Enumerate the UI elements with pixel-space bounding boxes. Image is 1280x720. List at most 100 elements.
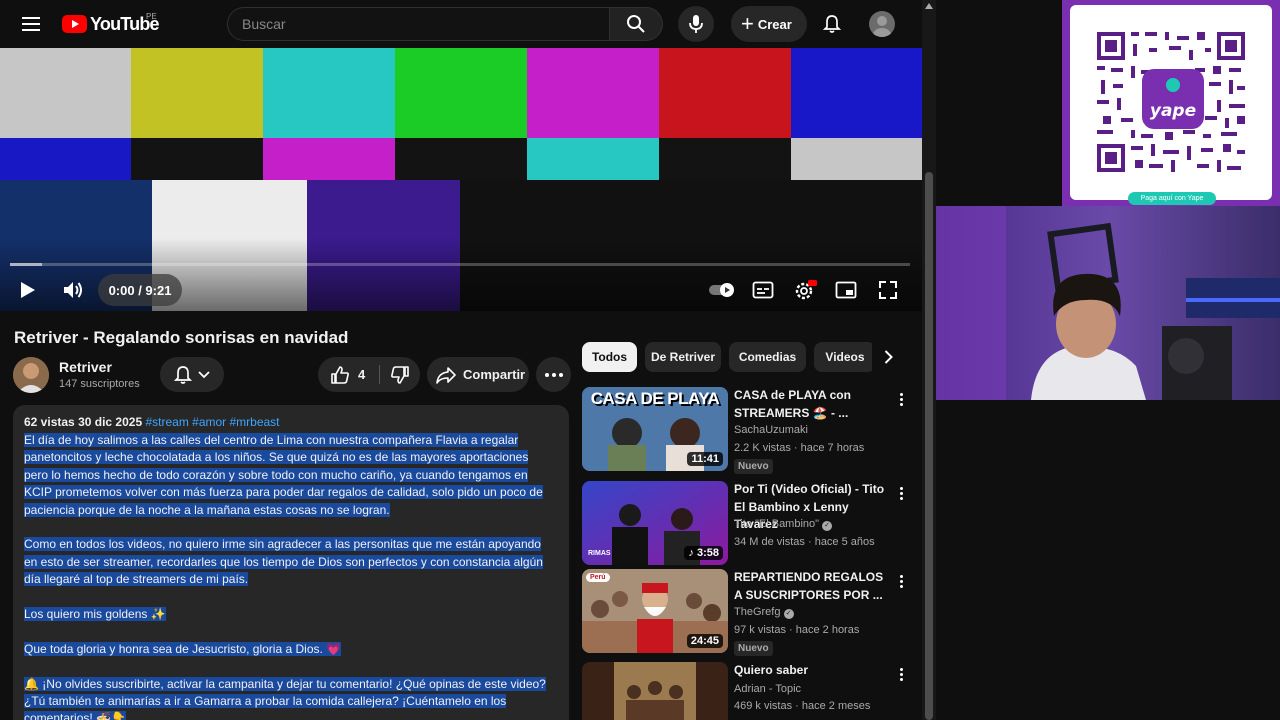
recommended-channel[interactable]: SachaUzumaki (734, 424, 808, 436)
fullscreen-button[interactable] (873, 276, 903, 304)
play-icon (21, 282, 35, 298)
video-thumbnail[interactable]: CASA DE PLAYA 11:41 (582, 387, 728, 471)
thumbnail-text: RIMAS (588, 550, 611, 557)
recommended-meta: 34 M de vistas · hace 5 años (734, 536, 875, 548)
create-button[interactable]: + Crear (731, 6, 807, 42)
subtitles-icon (752, 281, 774, 299)
play-button[interactable] (12, 274, 44, 306)
new-badge: Nuevo (734, 459, 773, 474)
video-thumbnail[interactable]: Perú 24:45 (582, 569, 728, 653)
video-duration: ♪ 3:58 (684, 546, 723, 560)
filter-chips: Todos De Retriver Comedias Videos (582, 342, 914, 372)
channel-avatar[interactable] (13, 357, 49, 393)
share-button[interactable]: Compartir (427, 357, 529, 392)
chip-de-retriver[interactable]: De Retriver (645, 342, 721, 372)
page-scrollbar[interactable] (922, 0, 936, 720)
volume-button[interactable] (56, 274, 90, 306)
more-actions-button[interactable] (536, 357, 571, 392)
description-paragraph: Los quiero mis goldens ✨ (24, 607, 166, 622)
chip-videos[interactable]: Videos (814, 342, 876, 372)
progress-bar[interactable] (10, 263, 910, 266)
create-label: Crear (757, 16, 792, 32)
notifications-button[interactable] (814, 6, 850, 42)
miniplayer-button[interactable] (831, 276, 861, 304)
description-paragraph: Que toda gloria y honra sea de Jesucrist… (24, 641, 342, 656)
video-menu-button[interactable] (894, 571, 908, 591)
scroll-up-arrow[interactable] (925, 3, 933, 9)
upload-date: 30 dic 2025 (78, 415, 143, 429)
recommended-title[interactable]: CASA de PLAYA con STREAMERS 🏖️ - ... (734, 387, 894, 422)
video-menu-button[interactable] (894, 483, 908, 503)
recommended-channel[interactable]: TheGrefg ✓ (734, 606, 794, 619)
bell-icon (174, 365, 192, 384)
search-input[interactable] (228, 8, 609, 40)
miniplayer-icon (835, 281, 857, 299)
thumbnail-text: CASA DE PLAYA (590, 389, 720, 408)
chip-comedias[interactable]: Comedias (729, 342, 806, 372)
microphone-icon (689, 15, 703, 33)
youtube-logo[interactable]: YouTube (62, 14, 160, 34)
thumbnail-text: Perú (586, 573, 610, 582)
country-code: PE (146, 12, 157, 21)
video-thumbnail[interactable]: RIMAS ♪ 3:58 (582, 481, 728, 565)
thumbnail-image (582, 662, 728, 720)
share-icon (436, 366, 456, 384)
recommended-title[interactable]: REPARTIENDO REGALOS A SUSCRIPTORES POR .… (734, 569, 894, 604)
scrollbar-thumb[interactable] (925, 172, 933, 720)
dislike-button[interactable] (381, 357, 419, 392)
hashtags[interactable]: #stream #amor #mrbeast (145, 415, 279, 429)
recommended-video[interactable]: Quiero saber Adrian - Topic 469 k vistas… (582, 662, 922, 720)
youtube-window: YouTube PE + Crear (0, 0, 936, 720)
webcam-feed (936, 206, 1280, 400)
description-paragraph: Como en todos los videos, no quiero irme… (24, 537, 543, 587)
video-thumbnail[interactable] (582, 662, 728, 720)
top-bar: YouTube PE + Crear (0, 0, 922, 48)
chevron-right-icon (884, 350, 893, 364)
progress-loaded (10, 263, 43, 266)
search-box (227, 7, 610, 41)
recommended-channel[interactable]: Adrian - Topic (734, 683, 801, 695)
like-button[interactable]: 4 (318, 357, 378, 392)
recommended-video[interactable]: CASA DE PLAYA 11:41 CASA de PLAYA con ST… (582, 387, 922, 474)
description-paragraph: El día de hoy salimos a las calles del c… (24, 433, 543, 517)
video-menu-button[interactable] (894, 389, 908, 409)
video-description[interactable]: 62 vistas 30 dic 2025 #stream #amor #mrb… (13, 405, 569, 720)
share-label: Compartir (463, 367, 526, 382)
recommended-channel[interactable]: Tito "El Bambino" ✓ (734, 518, 833, 531)
recommended-meta: 97 k vistas · hace 2 horas (734, 624, 860, 636)
autoplay-toggle[interactable] (706, 276, 738, 304)
plus-icon: + (741, 11, 754, 36)
voice-search-button[interactable] (678, 6, 714, 42)
channel-avatar-image (13, 357, 49, 393)
video-title: Retriver - Regalando sonrisas en navidad (14, 328, 349, 347)
autoplay-icon (709, 283, 734, 297)
video-menu-button[interactable] (894, 664, 908, 684)
yape-caption: Paga aquí con Yape (1128, 192, 1216, 205)
menu-icon[interactable] (22, 14, 40, 34)
settings-button[interactable] (790, 276, 820, 304)
video-duration: 24:45 (686, 634, 723, 648)
like-divider (379, 365, 380, 384)
subtitles-button[interactable] (748, 276, 778, 304)
video-player[interactable]: 0:00 / 9:21 (0, 48, 922, 311)
chip-todos[interactable]: Todos (582, 342, 637, 372)
yape-qr-panel: yape Paga aquí con Yape (1062, 0, 1280, 206)
search-icon (627, 15, 645, 33)
recommended-video[interactable]: Perú 24:45 REPARTIENDO REGALOS A SUSCRIP… (582, 569, 922, 656)
thumbs-down-icon (391, 365, 409, 384)
like-dislike-group: 4 (318, 357, 420, 392)
subscription-bell-button[interactable] (160, 357, 224, 392)
description-text: El día de hoy salimos a las calles del c… (24, 432, 558, 720)
thumbs-up-icon (331, 365, 349, 384)
channel-name[interactable]: Retriver (59, 359, 112, 375)
subscriber-count: 147 suscriptores (59, 378, 140, 390)
recommended-video[interactable]: RIMAS ♪ 3:58 Por Ti (Video Oficial) - Ti… (582, 481, 922, 565)
account-avatar[interactable] (869, 11, 895, 37)
video-duration: 11:41 (687, 452, 723, 466)
verified-icon: ✓ (822, 521, 833, 531)
chips-next-button[interactable] (872, 342, 904, 372)
recommended-title[interactable]: Quiero saber (734, 662, 894, 680)
search-button[interactable] (609, 7, 663, 41)
user-icon (873, 16, 891, 37)
verified-icon: ✓ (783, 609, 794, 619)
